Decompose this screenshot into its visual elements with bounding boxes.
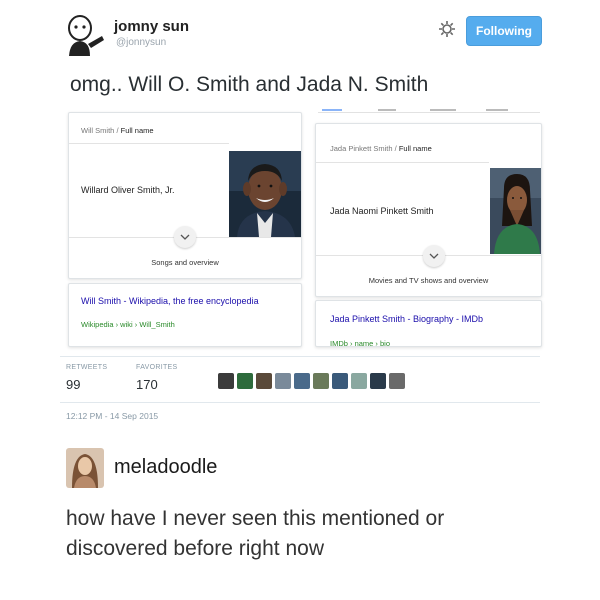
reply-username[interactable]: meladoodle (114, 456, 217, 479)
favoriter-avatar[interactable] (294, 373, 310, 389)
tweet-timestamp[interactable]: 12:12 PM - 14 Sep 2015 (66, 411, 158, 421)
retweets-label: RETWEETS (66, 364, 108, 371)
following-button-label: Following (476, 24, 532, 38)
chevron-down-icon (429, 253, 439, 259)
favoriter-avatar[interactable] (332, 373, 348, 389)
breadcrumb-sep: / (116, 126, 119, 135)
divider (60, 356, 540, 357)
favoriter-avatar[interactable] (351, 373, 367, 389)
divider (60, 402, 540, 403)
result-url[interactable]: IMDb › name › bio (330, 339, 390, 346)
card-breadcrumb: Jada Pinkett Smith / Full name (330, 144, 432, 153)
favoriter-avatar[interactable] (370, 373, 386, 389)
user-handle[interactable]: @jonnysun (116, 37, 166, 48)
favoriter-avatar[interactable] (237, 373, 253, 389)
user-avatar[interactable] (66, 14, 106, 58)
divider (69, 143, 229, 144)
knowledge-card-will: Will Smith / Full name Willard Oliver Sm… (68, 112, 302, 279)
chevron-down-icon (180, 234, 190, 240)
breadcrumb-name[interactable]: Will Smith (81, 126, 114, 135)
expand-button[interactable] (174, 226, 196, 248)
following-button[interactable]: Following (466, 16, 542, 46)
favoriter-avatar[interactable] (218, 373, 234, 389)
favorites-count[interactable]: 170 (136, 377, 158, 392)
display-name[interactable]: jomny sun (114, 18, 189, 35)
reply-avatar[interactable] (66, 448, 104, 488)
jada-pinkett-smith-photo[interactable] (490, 168, 541, 254)
full-name-value: Willard Oliver Smith, Jr. (81, 185, 175, 195)
search-result-wikipedia: Will Smith - Wikipedia, the free encyclo… (68, 283, 302, 347)
favoriter-avatar[interactable] (389, 373, 405, 389)
tweet-text: omg.. Will O. Smith and Jada N. Smith (70, 73, 429, 96)
breadcrumb-field: Full name (398, 144, 432, 153)
divider (316, 162, 489, 163)
favoriter-avatar[interactable] (313, 373, 329, 389)
breadcrumb-sep: / (394, 144, 397, 153)
breadcrumb-name[interactable]: Jada Pinkett Smith (330, 144, 393, 153)
retweets-count[interactable]: 99 (66, 377, 80, 392)
favoriter-avatar[interactable] (275, 373, 291, 389)
result-title-link[interactable]: Jada Pinkett Smith - Biography - IMDb (330, 314, 520, 325)
favorites-label: FAVORITES (136, 364, 178, 371)
search-result-imdb: Jada Pinkett Smith - Biography - IMDb IM… (315, 300, 542, 347)
reply-text: how have I never seen this mentioned or … (66, 507, 445, 560)
search-tabs-strip (318, 100, 540, 113)
movies-overview-link[interactable]: Movies and TV shows and overview (316, 276, 541, 285)
card-breadcrumb: Will Smith / Full name (81, 126, 154, 135)
gear-icon[interactable] (438, 20, 456, 38)
songs-overview-link[interactable]: Songs and overview (69, 258, 301, 267)
result-title-link[interactable]: Will Smith - Wikipedia, the free encyclo… (81, 296, 281, 307)
knowledge-card-jada: Jada Pinkett Smith / Full name Jada Naom… (315, 123, 542, 297)
will-smith-photo[interactable] (229, 151, 301, 237)
breadcrumb-field: Full name (120, 126, 154, 135)
full-name-value: Jada Naomi Pinkett Smith (330, 206, 434, 216)
favoriter-avatar[interactable] (256, 373, 272, 389)
result-url[interactable]: Wikipedia › wiki › Will_Smith (81, 320, 175, 329)
expand-button[interactable] (423, 245, 445, 267)
